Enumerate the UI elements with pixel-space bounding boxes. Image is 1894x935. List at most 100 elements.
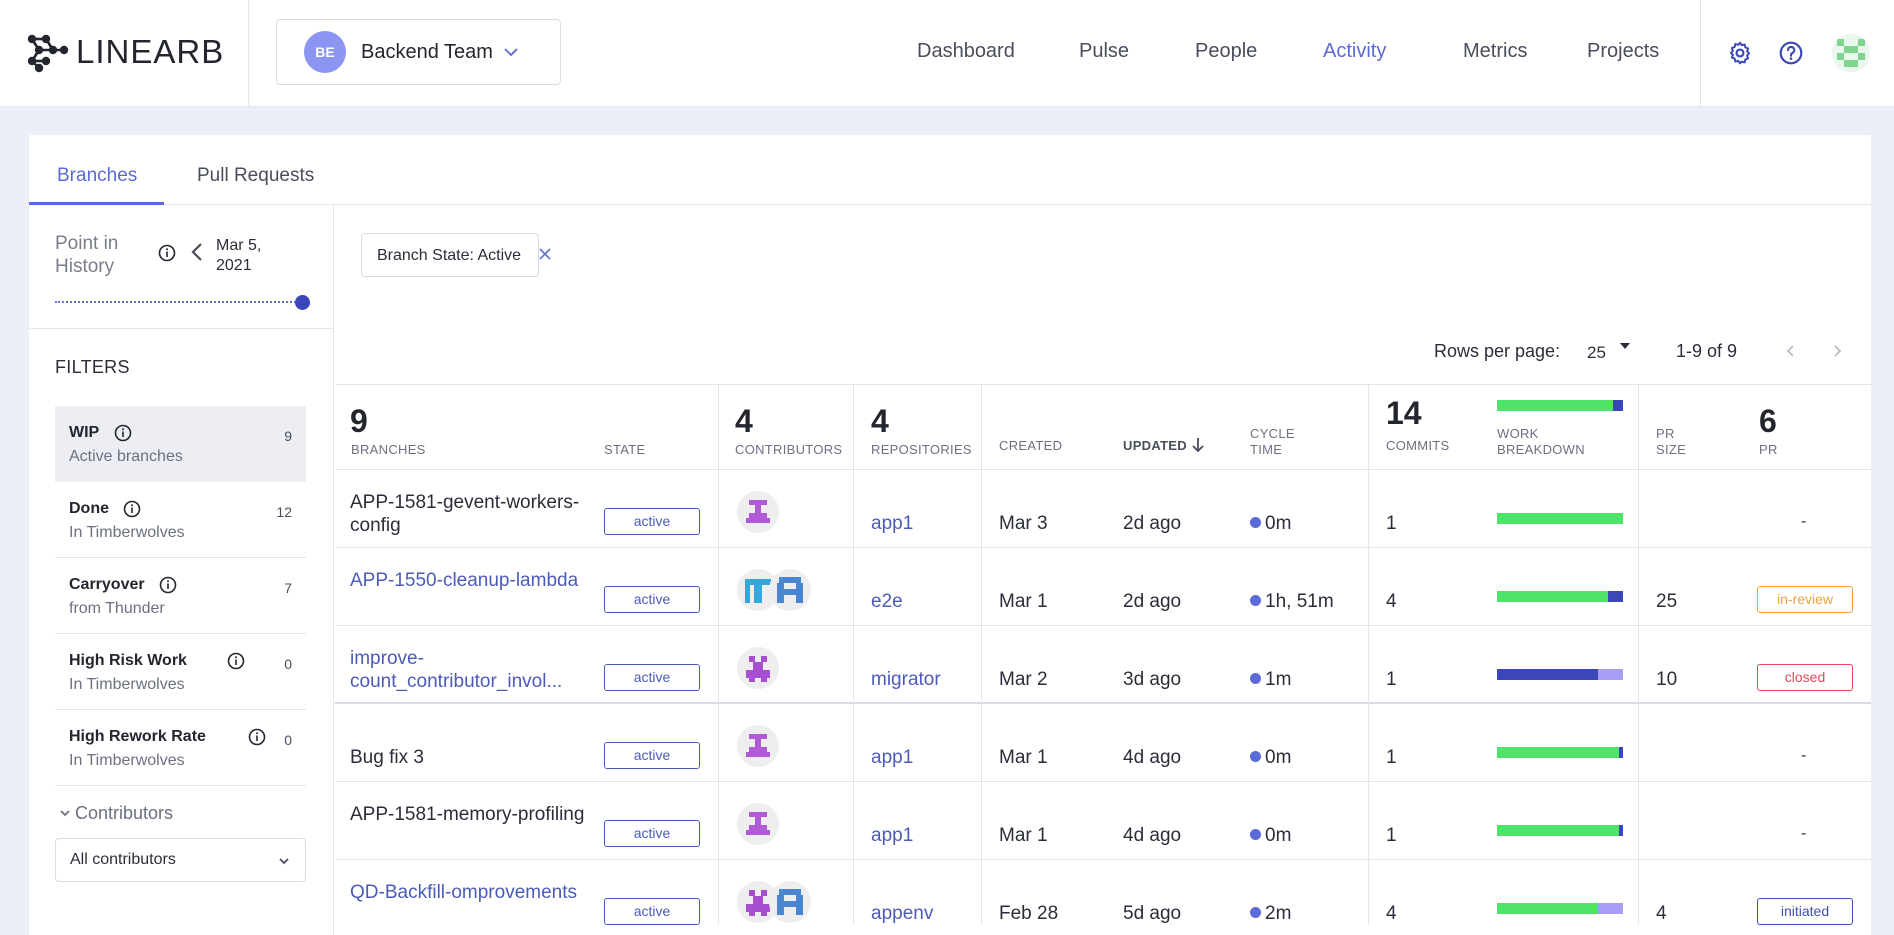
header-pr[interactable]: PR: [1759, 442, 1778, 458]
status-dot: [1250, 829, 1261, 840]
pr-size: 4: [1656, 903, 1667, 924]
table-row[interactable]: APP-1581-memory-profiling active app1 Mar 1…: [335, 782, 1871, 860]
team-selector[interactable]: BE Backend Team: [276, 19, 561, 85]
filter-high-rework-rate[interactable]: High Rework Rate In Timberwolves 0: [55, 710, 306, 786]
table-row[interactable]: QD-Backfill-omprovements active appenv Feb …: [335, 860, 1871, 925]
table-row[interactable]: Bug fix 3 active app1 Mar 1 4d ago 0m 1 -: [335, 704, 1871, 782]
header-pr-size[interactable]: PR SIZE: [1656, 426, 1686, 458]
work-breakdown-bar[interactable]: [1497, 747, 1623, 758]
nav-pulse[interactable]: Pulse: [1079, 40, 1129, 63]
slider-handle[interactable]: [295, 295, 310, 310]
created-date: Mar 1: [999, 591, 1048, 612]
work-breakdown-bar[interactable]: [1497, 825, 1623, 836]
info-icon[interactable]: [227, 652, 245, 670]
filter-carryover[interactable]: Carryover from Thunder 7: [55, 558, 306, 634]
help-question-icon[interactable]: [1778, 40, 1804, 66]
rows-per-page-select[interactable]: 25: [1587, 343, 1606, 363]
logo-text: LINEARB: [76, 33, 225, 70]
branch-name[interactable]: APP-1550-cleanup-lambda: [350, 569, 590, 592]
status-dot: [1250, 517, 1261, 528]
pr-status-badge[interactable]: in-review: [1757, 586, 1853, 613]
contributor-avatar[interactable]: [737, 725, 779, 767]
filter-wip[interactable]: WIP Active branches 9: [55, 406, 306, 482]
gear-icon[interactable]: [1727, 40, 1753, 66]
branches-table: 9 BRANCHES STATE 4 CONTRIBUTORS 4 REPOSI…: [335, 384, 1871, 925]
header-created[interactable]: CREATED: [999, 438, 1062, 454]
header-updated[interactable]: UPDATED: [1123, 438, 1187, 454]
work-breakdown-bar[interactable]: [1497, 669, 1623, 680]
user-avatar[interactable]: [1832, 34, 1870, 72]
table-row[interactable]: APP-1550-cleanup-lambda active e2e Mar 1 2d …: [335, 548, 1871, 626]
filter-chip-branch-state[interactable]: Branch State: Active: [361, 233, 551, 277]
table-row[interactable]: APP-1581-gevent-workers-config active app1…: [335, 470, 1871, 548]
commits-count: 1: [1386, 747, 1397, 768]
work-breakdown-bar[interactable]: [1497, 591, 1623, 602]
header-commits[interactable]: COMMITS: [1386, 438, 1449, 454]
updated-date: 4d ago: [1123, 747, 1182, 768]
header-state[interactable]: STATE: [604, 442, 645, 458]
repository-link[interactable]: migrator: [871, 669, 941, 691]
contributor-avatar[interactable]: [737, 647, 779, 689]
work-breakdown-bar[interactable]: [1497, 513, 1623, 524]
repository-link[interactable]: e2e: [871, 591, 903, 613]
created-date: Mar 3: [999, 513, 1048, 534]
filter-name: Done: [69, 500, 109, 517]
contributor-avatar[interactable]: [769, 881, 811, 923]
chevron-right-icon[interactable]: [1830, 343, 1844, 359]
close-icon[interactable]: [538, 247, 552, 261]
nav-people[interactable]: People: [1195, 40, 1257, 63]
info-icon[interactable]: [248, 728, 266, 746]
team-avatar: BE: [304, 31, 346, 73]
header-cycle-line2: TIME: [1250, 442, 1283, 457]
work-breakdown-bar[interactable]: [1497, 903, 1623, 914]
caret-down-icon[interactable]: [1620, 342, 1630, 350]
tab-branches[interactable]: Branches: [57, 165, 137, 187]
pr-status-badge[interactable]: closed: [1757, 664, 1853, 691]
contributor-avatar[interactable]: [737, 491, 779, 533]
arrow-down-icon[interactable]: [1191, 437, 1205, 453]
filter-done[interactable]: Done In Timberwolves 12: [55, 482, 306, 558]
header-repositories[interactable]: REPOSITORIES: [871, 442, 972, 458]
header-wb-line2: BREAKDOWN: [1497, 442, 1585, 457]
contributors-title: Contributors: [75, 803, 174, 823]
table-row[interactable]: improve-count_contributor_invol... active…: [335, 626, 1871, 704]
chevron-left-icon[interactable]: [1784, 343, 1798, 359]
nav-metrics[interactable]: Metrics: [1463, 40, 1527, 63]
repository-link[interactable]: app1: [871, 513, 913, 535]
repository-link[interactable]: app1: [871, 747, 913, 769]
linearb-logo[interactable]: LINEARB: [26, 30, 224, 74]
contributor-avatar[interactable]: [769, 569, 811, 611]
contributors-select[interactable]: All contributors: [55, 838, 306, 882]
info-icon[interactable]: [159, 576, 177, 594]
filter-subtitle: from Thunder: [69, 600, 165, 617]
nav-activity[interactable]: Activity: [1323, 40, 1386, 63]
status-dot: [1250, 751, 1261, 762]
chevron-left-icon[interactable]: [190, 241, 204, 263]
header-cycle-line1: CYCLE: [1250, 426, 1295, 441]
repository-link[interactable]: app1: [871, 825, 913, 847]
tab-pull-requests[interactable]: Pull Requests: [197, 165, 314, 187]
header-work-breakdown[interactable]: WORK BREAKDOWN: [1497, 426, 1585, 458]
info-icon[interactable]: [158, 244, 176, 262]
nav-dashboard[interactable]: Dashboard: [917, 40, 1015, 63]
header-contributors[interactable]: CONTRIBUTORS: [735, 442, 842, 458]
filter-high-risk-work[interactable]: High Risk Work In Timberwolves 0: [55, 634, 306, 710]
repository-link[interactable]: appenv: [871, 903, 933, 925]
info-icon[interactable]: [123, 500, 141, 518]
chevron-down-icon: [279, 858, 289, 865]
filter-subtitle: Active branches: [69, 448, 183, 465]
point-in-history-label: Point in History: [55, 233, 119, 277]
nav-projects[interactable]: Projects: [1587, 40, 1659, 63]
contributors-toggle[interactable]: Contributors: [59, 803, 173, 824]
branch-name[interactable]: improve-count_contributor_invol...: [350, 647, 590, 693]
header-cycle-time[interactable]: CYCLE TIME: [1250, 426, 1295, 458]
pr-status-badge[interactable]: initiated: [1757, 898, 1853, 925]
branch-name[interactable]: QD-Backfill-omprovements: [350, 881, 590, 904]
header-branches[interactable]: BRANCHES: [351, 442, 426, 458]
created-date: Mar 1: [999, 825, 1048, 846]
commits-count: 14: [1386, 395, 1422, 431]
updated-date: 5d ago: [1123, 903, 1182, 924]
history-slider[interactable]: [55, 295, 310, 310]
info-icon[interactable]: [114, 424, 132, 442]
contributor-avatar[interactable]: [737, 803, 779, 845]
